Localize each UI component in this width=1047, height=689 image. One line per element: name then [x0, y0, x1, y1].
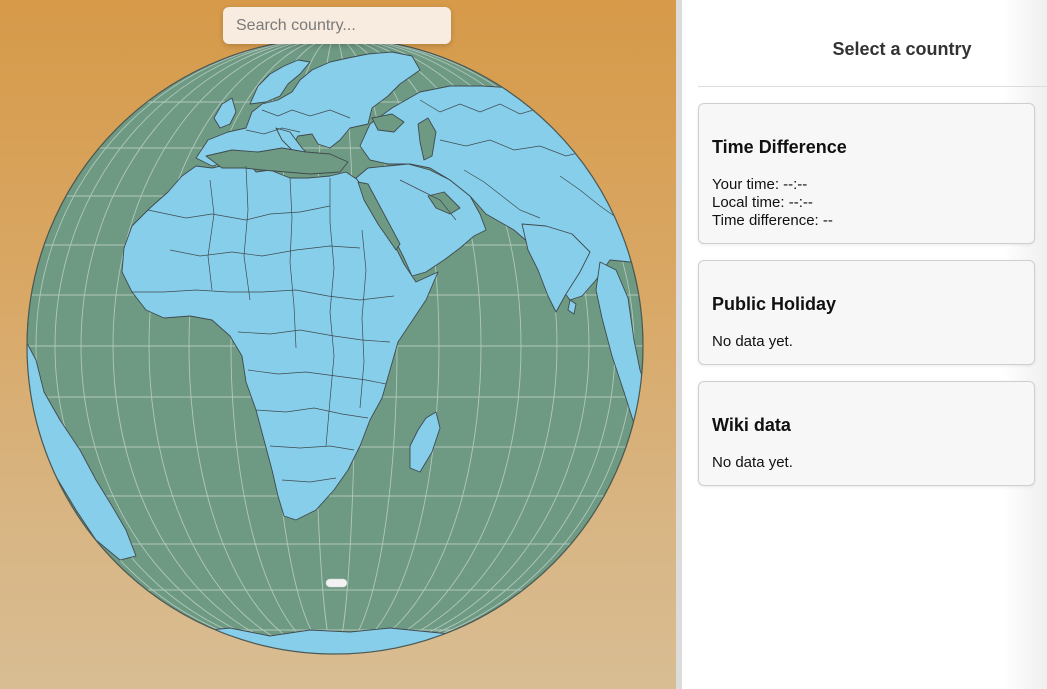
- your-time-text: Your time: --:--: [712, 176, 808, 193]
- title-divider: [698, 86, 1047, 87]
- map-scroll-handle[interactable]: [325, 578, 348, 588]
- public-holiday-text: No data yet.: [712, 333, 793, 350]
- wiki-data-text: No data yet.: [712, 454, 793, 471]
- wiki-data-card: Wiki data No data yet.: [698, 381, 1035, 486]
- search-country-input[interactable]: [223, 7, 451, 44]
- local-time-text: Local time: --:--: [712, 194, 813, 211]
- public-holiday-heading: Public Holiday: [712, 294, 837, 314]
- wiki-data-heading: Wiki data: [712, 415, 791, 435]
- info-sidebar: Select a country Time Difference Your ti…: [682, 0, 1047, 689]
- time-difference-card: Time Difference Your time: --:-- Local t…: [698, 103, 1035, 244]
- time-difference-heading: Time Difference: [712, 137, 847, 157]
- map-panel[interactable]: [0, 0, 676, 689]
- time-difference-text: Time difference: --: [712, 212, 833, 229]
- public-holiday-card: Public Holiday No data yet.: [698, 260, 1035, 365]
- globe-map[interactable]: [0, 0, 676, 689]
- panel-title: Select a country: [832, 39, 972, 59]
- antarctica-landmass[interactable]: [149, 627, 521, 689]
